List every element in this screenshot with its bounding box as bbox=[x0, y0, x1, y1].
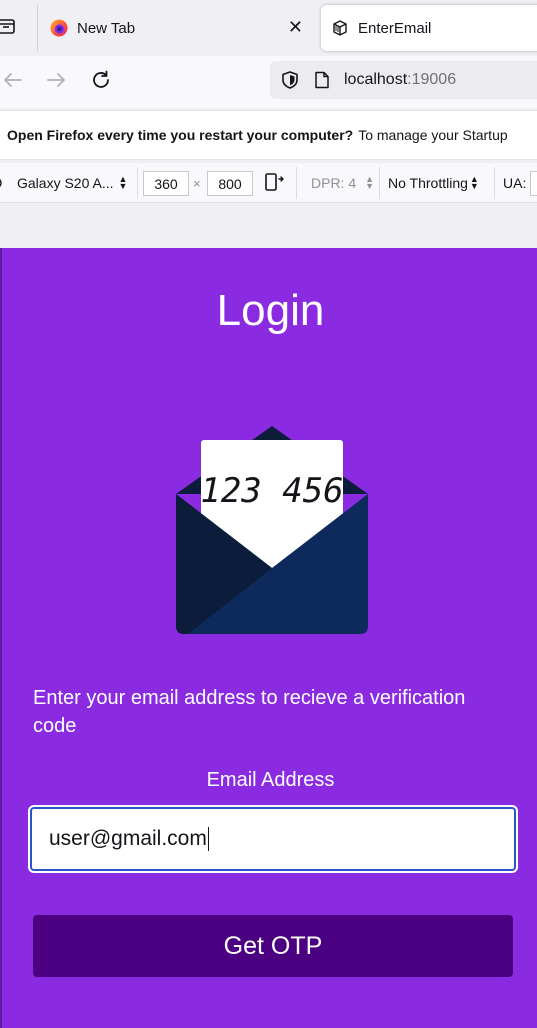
viewport-gap bbox=[0, 203, 537, 248]
otp-digits: 123 456 bbox=[200, 471, 343, 511]
dimension-separator: × bbox=[193, 175, 201, 191]
rotate-button[interactable] bbox=[263, 163, 285, 203]
tab-label: EnterEmail bbox=[358, 19, 432, 37]
forward-button[interactable] bbox=[43, 69, 69, 95]
toolbar-divider bbox=[494, 167, 495, 199]
text-caret bbox=[207, 827, 209, 851]
device-selector[interactable]: Galaxy S20 A... ▲ ▼ bbox=[0, 163, 127, 203]
shield-icon[interactable] bbox=[280, 70, 300, 90]
instruction-text: Enter your email address to recieve a ve… bbox=[33, 687, 466, 737]
startup-notification-bar: Open Firefox every time you restart your… bbox=[0, 110, 537, 160]
forward-icon bbox=[45, 69, 67, 96]
url-port: :19006 bbox=[407, 71, 457, 88]
chevron-updown-icon: ▲ ▼ bbox=[469, 174, 479, 191]
throttling-selector[interactable]: No Throttling ▲ ▼ bbox=[388, 163, 479, 203]
tab-strip: New Tab ✕ EnterEmail bbox=[0, 0, 537, 56]
reload-icon bbox=[90, 69, 112, 96]
chevron-updown-icon: ▲ ▼ bbox=[365, 174, 375, 191]
email-label: Email Address bbox=[206, 769, 335, 791]
back-button[interactable] bbox=[0, 69, 26, 95]
page-favicon-icon bbox=[331, 19, 349, 37]
tab-enter-email[interactable]: EnterEmail bbox=[321, 5, 537, 51]
tab-label: New Tab bbox=[77, 19, 136, 37]
user-agent-input[interactable] bbox=[530, 171, 537, 196]
chevron-updown-icon: ▲ ▼ bbox=[118, 174, 128, 191]
tab-list-icon bbox=[0, 16, 20, 41]
viewport-height-input[interactable]: 800 bbox=[207, 171, 253, 196]
dpr-selector[interactable]: DPR: 4 ▲ ▼ bbox=[311, 163, 374, 203]
viewport-width-input[interactable]: 360 bbox=[143, 171, 189, 196]
notification-text: To manage your Startup bbox=[358, 127, 508, 143]
page-title: Login bbox=[216, 286, 325, 335]
rotate-icon bbox=[263, 171, 285, 196]
envelope-icon: 123 456 bbox=[174, 424, 370, 636]
toolbar-divider bbox=[379, 167, 380, 199]
reload-button[interactable] bbox=[88, 69, 114, 95]
user-agent-label: UA: bbox=[503, 175, 527, 191]
device-name: Galaxy S20 A... bbox=[17, 175, 114, 191]
tab-new-tab[interactable]: New Tab ✕ bbox=[37, 5, 313, 51]
get-otp-button[interactable]: Get OTP bbox=[33, 915, 513, 977]
dpr-label: DPR: 4 bbox=[311, 175, 357, 191]
page-icon[interactable] bbox=[314, 71, 330, 89]
email-value: user@gmail.com bbox=[49, 827, 207, 850]
toolbar-divider bbox=[137, 167, 138, 199]
toolbar-divider bbox=[296, 167, 297, 199]
responsive-design-toolbar: Galaxy S20 A... ▲ ▼ 360 × 800 DPR: 4 ▲ ▼ N… bbox=[0, 163, 537, 203]
url-bar[interactable]: localhost:19006 bbox=[270, 61, 537, 99]
throttling-label: No Throttling bbox=[388, 175, 468, 191]
app-viewport: Login 123 456 Enter your email address t… bbox=[0, 248, 537, 1028]
close-icon[interactable]: ✕ bbox=[288, 17, 303, 38]
url-host: localhost bbox=[344, 71, 408, 88]
tab-list-button[interactable] bbox=[0, 14, 20, 42]
email-input[interactable]: user@gmail.com bbox=[30, 807, 516, 871]
device-icon bbox=[0, 178, 2, 188]
firefox-icon bbox=[50, 19, 68, 37]
notification-question: Open Firefox every time you restart your… bbox=[7, 127, 354, 143]
back-icon bbox=[2, 69, 24, 96]
